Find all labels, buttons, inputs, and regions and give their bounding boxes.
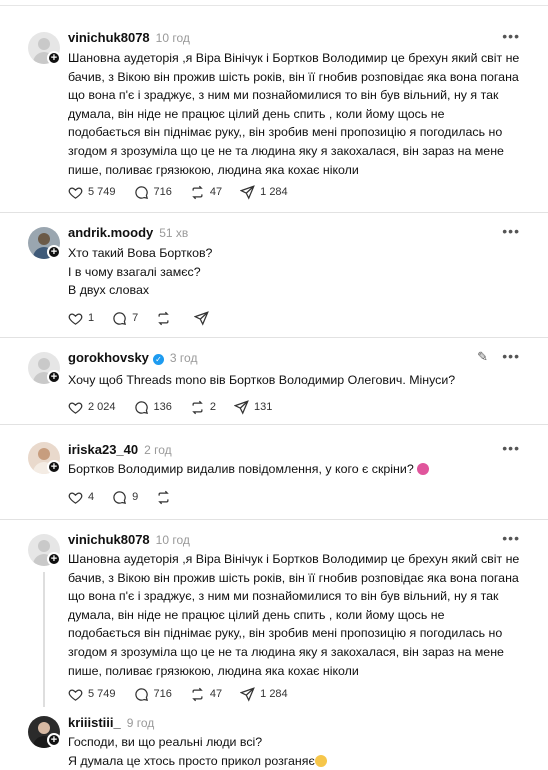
verified-badge-icon: ✓	[152, 354, 164, 365]
thread-post: + andrik.moody 51 хв ••• Хто такий Вова Б…	[0, 213, 548, 338]
more-options-button[interactable]: •••	[502, 223, 520, 239]
like-count: 4	[88, 491, 95, 503]
like-count: 5 749	[88, 186, 116, 198]
send-icon	[240, 184, 256, 200]
post-text: Господи, ви що реальні люди всі? Я думал…	[68, 735, 315, 768]
share-count: 1 284	[260, 688, 288, 700]
follow-plus-icon[interactable]: +	[47, 245, 61, 259]
username[interactable]: andrik.moody	[68, 225, 153, 240]
repost-button[interactable]: 47	[190, 687, 222, 702]
post-time: 9 год	[126, 716, 155, 730]
share-button[interactable]: 1 284	[240, 686, 288, 702]
emoji-icon	[416, 463, 429, 475]
post-text: Шановна аудеторія ,я Віра Вінічук і Борт…	[68, 552, 520, 678]
comment-icon	[113, 490, 127, 504]
share-button[interactable]: 1 284	[240, 184, 288, 200]
send-icon	[240, 686, 256, 702]
repost-count: 2	[209, 401, 217, 413]
follow-plus-icon[interactable]: +	[47, 460, 61, 474]
repost-icon	[192, 400, 203, 414]
post-text: Хто такий Вова Бортков? І в чому взагалі…	[68, 246, 213, 298]
more-options-button[interactable]: •••	[502, 440, 520, 456]
heart-icon	[68, 312, 83, 325]
post-time: 3 год	[169, 351, 198, 365]
comment-count: 716	[153, 186, 172, 198]
username[interactable]: iriska23_40	[68, 442, 138, 457]
thread-post: + gorokhovsky ✓ 3 год ✎ ••• Хочу щоб Threa…	[0, 338, 548, 425]
comment-button[interactable]: 9	[112, 490, 138, 505]
post-time: 10 год	[155, 533, 190, 547]
laughing-emoji-icon	[314, 754, 327, 767]
comment-button[interactable]: 7	[112, 311, 138, 326]
thread-post: + vinichuk8078 10 год ••• Шановна аудетор…	[0, 6, 548, 213]
comment-icon	[134, 185, 148, 199]
share-count: 131	[254, 401, 273, 413]
edit-icon[interactable]: ✎	[477, 349, 488, 365]
repost-button[interactable]: 2	[190, 400, 216, 415]
repost-icon	[158, 311, 170, 325]
comment-count: 716	[153, 688, 172, 700]
share-count: 1 284	[260, 186, 288, 198]
like-count: 5 749	[88, 688, 116, 700]
post-text: Шановна аудеторія ,я Віра Вінічук і Борт…	[68, 51, 520, 177]
more-options-button[interactable]: •••	[502, 348, 520, 364]
comment-icon	[113, 311, 127, 325]
post-time: 2 год	[144, 443, 172, 457]
username[interactable]: gorokhovsky	[68, 350, 149, 365]
repost-icon	[192, 185, 203, 199]
comment-button[interactable]: 716	[134, 185, 172, 200]
repost-count: 47	[209, 688, 223, 700]
username[interactable]: vinichuk8078	[68, 532, 150, 547]
follow-plus-icon[interactable]: +	[47, 370, 61, 384]
thread-post: + vinichuk8078 10 год ••• Шановна аудетор…	[0, 520, 548, 707]
post-time: 51 хв	[159, 226, 189, 240]
repost-button[interactable]	[156, 311, 176, 326]
comment-button[interactable]: 136	[134, 400, 172, 415]
heart-icon	[68, 491, 83, 504]
share-button[interactable]	[194, 310, 214, 326]
post-time: 10 год	[155, 31, 190, 45]
like-button[interactable]: 2 024	[68, 400, 116, 415]
send-icon	[194, 310, 210, 326]
comment-count: 136	[153, 401, 172, 413]
repost-count: 47	[209, 186, 223, 198]
heart-icon	[68, 186, 83, 199]
thread-connector-line	[43, 572, 45, 707]
comment-icon	[134, 687, 148, 701]
follow-plus-icon[interactable]: +	[47, 552, 61, 566]
more-options-button[interactable]: •••	[502, 530, 520, 546]
more-options-button[interactable]: •••	[502, 28, 520, 44]
like-button[interactable]: 1	[68, 311, 94, 326]
thread-post: + iriska23_40 2 год ••• Бортков Володимир…	[0, 425, 548, 520]
like-button[interactable]: 4	[68, 490, 94, 505]
comment-icon	[134, 400, 148, 414]
username[interactable]: kriiistiii_	[68, 715, 121, 730]
username[interactable]: vinichuk8078	[68, 30, 150, 45]
like-button[interactable]: 5 749	[68, 687, 116, 702]
repost-button[interactable]: 47	[190, 185, 222, 200]
comment-count: 9	[132, 491, 139, 503]
repost-button[interactable]	[156, 490, 176, 505]
follow-plus-icon[interactable]: +	[47, 733, 61, 747]
like-count: 1	[88, 312, 95, 324]
post-text: Хочу щоб Threads mono вів Бортков Володи…	[68, 373, 456, 387]
send-icon	[234, 399, 249, 415]
comment-button[interactable]: 716	[134, 687, 172, 702]
repost-icon	[192, 687, 203, 701]
like-button[interactable]: 5 749	[68, 185, 116, 200]
heart-icon	[68, 688, 83, 701]
follow-plus-icon[interactable]: +	[47, 51, 61, 65]
like-count: 2 024	[88, 401, 116, 413]
post-text: Бортков Володимир видалив повідомлення, …	[68, 462, 414, 476]
heart-icon	[68, 401, 83, 414]
comment-count: 7	[132, 312, 139, 324]
repost-icon	[158, 490, 170, 504]
share-button[interactable]: 131	[234, 399, 273, 415]
thread-post: + kriiistiii_ 9 год Господи, ви що реальн…	[0, 705, 548, 770]
